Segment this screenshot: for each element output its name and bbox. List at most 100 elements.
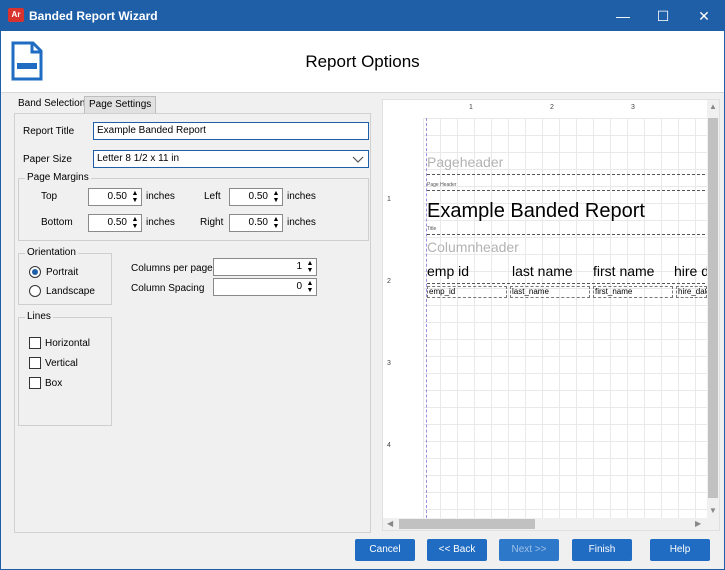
right-margin-value: 0.50 — [248, 217, 268, 228]
band-separator — [427, 190, 705, 191]
pageheader-band-label: Pageheader — [427, 154, 504, 170]
ruler-mark: 3 — [631, 104, 635, 111]
box-checkbox[interactable] — [29, 377, 41, 389]
wizard-header: Report Options — [1, 31, 724, 93]
left-margin-unit: inches — [287, 191, 316, 202]
left-margin-spinner[interactable]: 0.50 ▲ ▼ — [229, 188, 283, 206]
title-bar: Ar Banded Report Wizard — ☐ ✕ — [1, 1, 724, 31]
spin-arrows-icon[interactable]: ▲ ▼ — [272, 216, 280, 230]
orientation-title: Orientation — [25, 247, 78, 258]
portrait-label: Portrait — [46, 267, 79, 278]
report-title-label: Report Title — [23, 126, 75, 137]
columns-per-page-spinner[interactable]: 1 ▲ ▼ — [213, 258, 317, 276]
top-margin-label: Top — [41, 191, 58, 202]
finish-button[interactable]: Finish — [572, 539, 632, 561]
top-margin-unit: inches — [146, 191, 175, 202]
help-button[interactable]: Help — [650, 539, 710, 561]
cancel-button[interactable]: Cancel — [355, 539, 415, 561]
column-header-emp-id[interactable]: emp id — [427, 263, 469, 279]
margin-guide — [426, 118, 427, 518]
column-header-first-name[interactable]: first name — [593, 263, 654, 279]
back-button[interactable]: << Back — [427, 539, 487, 561]
band-separator — [427, 174, 705, 175]
spin-arrows-icon[interactable]: ▲ ▼ — [131, 190, 139, 204]
horizontal-checkbox[interactable] — [29, 337, 41, 349]
vertical-ruler: 1 2 3 4 — [383, 118, 423, 518]
wizard-window: Ar Banded Report Wizard — ☐ ✕ Report Opt… — [0, 0, 725, 570]
column-spacing-label: Column Spacing — [131, 283, 205, 294]
paper-size-label: Paper Size — [23, 154, 72, 165]
title-caption: Title — [427, 226, 437, 232]
top-margin-value: 0.50 — [107, 191, 127, 202]
vertical-label: Vertical — [45, 358, 78, 369]
minimize-icon[interactable]: — — [603, 1, 643, 31]
columns-per-page-label: Columns per page — [131, 263, 213, 274]
band-separator — [427, 283, 705, 284]
scroll-down-icon[interactable]: ▼ — [709, 506, 717, 515]
box-label: Box — [45, 378, 63, 389]
column-header-last-name[interactable]: last name — [512, 263, 573, 279]
report-canvas[interactable]: Pageheader Page Header Example Banded Re… — [423, 118, 707, 518]
tab-band-selection[interactable]: Band Selection — [14, 96, 89, 113]
scroll-left-icon[interactable]: ◀ — [387, 519, 393, 528]
spin-arrows-icon[interactable]: ▲ ▼ — [131, 216, 139, 230]
portrait-radio[interactable] — [29, 266, 41, 278]
vertical-checkbox[interactable] — [29, 357, 41, 369]
top-margin-spinner[interactable]: 0.50 ▲ ▼ — [88, 188, 142, 206]
left-margin-label: Left — [204, 191, 221, 202]
vertical-scrollbar[interactable]: ▲ ▼ — [707, 100, 719, 518]
lines-title: Lines — [25, 311, 53, 322]
spin-arrows-icon[interactable]: ▲ ▼ — [306, 260, 314, 274]
columnheader-band-label: Columnheader — [427, 239, 519, 255]
landscape-label: Landscape — [46, 286, 95, 297]
scroll-right-icon[interactable]: ▶ — [695, 519, 701, 528]
paper-size-select[interactable]: Letter 8 1/2 x 11 in — [93, 150, 369, 168]
ruler-mark: 1 — [387, 196, 391, 203]
landscape-radio[interactable] — [29, 285, 41, 297]
ruler-mark: 1 — [469, 104, 473, 111]
right-margin-spinner[interactable]: 0.50 ▲ ▼ — [229, 214, 283, 232]
page-margins-group: Page Margins Top 0.50 ▲ ▼ inches Left 0.50… — [18, 172, 369, 241]
next-button: Next >> — [499, 539, 559, 561]
app-icon: Ar — [8, 8, 24, 22]
field-emp-id[interactable]: emp_id — [427, 286, 507, 298]
horizontal-scroll-thumb[interactable] — [399, 519, 535, 529]
report-preview[interactable]: 1 2 3 1 2 3 4 Pageheader Page Header Exa… — [382, 99, 720, 531]
report-title-input[interactable]: Example Banded Report — [93, 122, 369, 140]
column-header-hire-date[interactable]: hire d — [674, 263, 707, 279]
scroll-up-icon[interactable]: ▲ — [709, 102, 717, 111]
right-margin-label: Right — [200, 217, 224, 228]
field-last-name[interactable]: last_name — [510, 286, 590, 298]
orientation-group: Orientation Portrait Landscape — [18, 247, 112, 305]
field-first-name[interactable]: first_name — [593, 286, 673, 298]
ruler-mark: 2 — [387, 278, 391, 285]
band-separator — [427, 234, 705, 235]
maximize-icon[interactable]: ☐ — [643, 1, 683, 31]
window-title: Banded Report Wizard — [29, 9, 158, 23]
spin-arrows-icon[interactable]: ▲ ▼ — [272, 190, 280, 204]
horizontal-scrollbar[interactable]: ◀ ▶ — [383, 518, 719, 530]
paper-size-value: Letter 8 1/2 x 11 in — [97, 153, 180, 164]
ruler-mark: 4 — [387, 442, 391, 449]
page-margins-title: Page Margins — [25, 172, 91, 183]
vertical-scroll-thumb[interactable] — [708, 118, 718, 498]
lines-group: Lines Horizontal Vertical Box — [18, 311, 112, 426]
close-icon[interactable]: ✕ — [684, 1, 724, 31]
bottom-margin-unit: inches — [146, 217, 175, 228]
bottom-margin-spinner[interactable]: 0.50 ▲ ▼ — [88, 214, 142, 232]
settings-panel: Band Selection Page Settings Report Titl… — [9, 93, 373, 535]
bottom-margin-value: 0.50 — [107, 217, 127, 228]
column-spacing-spinner[interactable]: 0 ▲ ▼ — [213, 278, 317, 296]
ruler-mark: 3 — [387, 360, 391, 367]
field-hire-date[interactable]: hire_dat — [676, 286, 707, 298]
report-title-preview[interactable]: Example Banded Report — [427, 200, 645, 223]
horizontal-label: Horizontal — [45, 338, 91, 349]
tab-page-settings[interactable]: Page Settings — [84, 96, 157, 113]
ruler-mark: 2 — [550, 104, 554, 111]
right-margin-unit: inches — [287, 217, 316, 228]
spin-arrows-icon[interactable]: ▲ ▼ — [306, 280, 314, 294]
page-title: Report Options — [305, 52, 420, 71]
column-spacing-value: 0 — [296, 281, 302, 292]
page-header-caption: Page Header — [427, 182, 457, 188]
left-margin-value: 0.50 — [248, 191, 268, 202]
